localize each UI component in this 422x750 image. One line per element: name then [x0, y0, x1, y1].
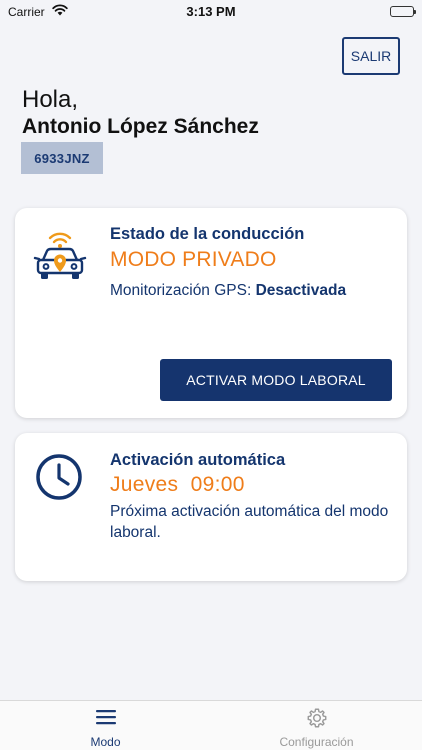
logout-button[interactable]: SALIR — [342, 37, 400, 75]
schedule-value: Jueves 09:00 — [110, 473, 245, 497]
tab-modo-label: Modo — [90, 735, 121, 749]
schedule-time: 09:00 — [190, 473, 245, 496]
activate-work-mode-button[interactable]: ACTIVAR MODO LABORAL — [160, 359, 392, 401]
driving-status-title: Estado de la conducción — [110, 225, 305, 243]
auto-activation-card: Activación automática Jueves 09:00 Próxi… — [15, 433, 407, 581]
car-signal-icon — [31, 222, 89, 289]
next-activation-description: Próxima activación automática del modo l… — [110, 503, 389, 541]
menu-icon — [95, 707, 117, 732]
driving-mode-value: MODO PRIVADO — [110, 248, 277, 271]
gps-label: Monitorización GPS: — [110, 282, 256, 299]
schedule-day: Jueves — [110, 473, 179, 496]
tab-bar: Modo Configuración — [0, 700, 422, 750]
greeting-text: Hola, — [22, 86, 79, 113]
gps-status-value: Desactivada — [255, 282, 347, 299]
auto-activation-title: Activación automática — [110, 451, 286, 469]
battery-icon — [390, 6, 416, 17]
tab-modo[interactable]: Modo — [0, 701, 211, 750]
driving-status-card: Estado de la conducción MODO PRIVADO Mon… — [15, 208, 407, 418]
license-plate-badge: 6933JNZ — [21, 142, 103, 174]
gps-status-line: Monitorización GPS: Desactivada — [110, 282, 346, 300]
status-bar: Carrier 3:13 PM — [0, 0, 422, 24]
clock-icon — [35, 453, 83, 506]
tab-configuracion-label: Configuración — [279, 735, 354, 749]
tab-configuracion[interactable]: Configuración — [211, 701, 422, 750]
gear-icon — [306, 707, 328, 734]
user-name: Antonio López Sánchez — [22, 115, 259, 138]
clock-time: 3:13 PM — [186, 4, 236, 19]
